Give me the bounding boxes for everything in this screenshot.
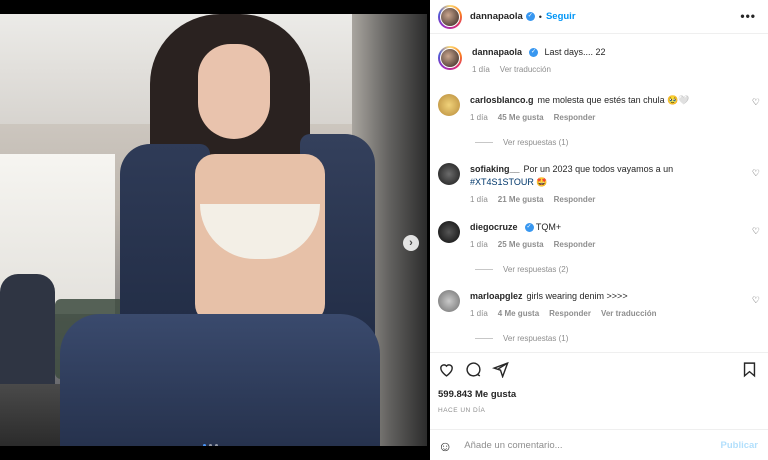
comment-username[interactable]: carlosblanco.g [470, 95, 534, 105]
carousel-dots [203, 444, 218, 446]
comment-item: sofiaking__ Por un 2023 que todos vayamos… [438, 163, 750, 206]
comment-time: 1 día [470, 113, 488, 122]
author-username[interactable]: dannapaola [470, 11, 523, 22]
comment-hashtag[interactable]: #XT4S1STOUR [470, 177, 534, 187]
caption-text-block: dannapaola ✓ Last days.... 22 1 día Ver t… [472, 46, 752, 76]
carousel-dot [203, 444, 206, 446]
comment-text: Por un 2023 que todos vayamos a un [523, 164, 674, 174]
carousel-next-button[interactable]: › [403, 235, 419, 251]
comment-username[interactable]: diegocruze [470, 222, 518, 232]
caption-text: Last days.... 22 [544, 47, 606, 57]
author-avatar[interactable] [438, 4, 462, 29]
avatar-image [440, 6, 460, 27]
comment-likes[interactable]: 21 Me gusta [498, 193, 544, 206]
view-replies-label: Ver respuestas (2) [503, 265, 569, 274]
comment-like-heart-icon[interactable]: ♡ [752, 168, 760, 179]
comment-emoji: 🤩 [536, 177, 548, 187]
add-comment-bar: ☺ Añade un comentario... Publicar [430, 429, 768, 460]
caption-username[interactable]: dannapaola [472, 47, 522, 57]
comment-item: carlosblanco.g me molesta que estés tan c… [438, 94, 750, 124]
more-options-icon[interactable]: ••• [740, 9, 756, 23]
action-icons [438, 361, 509, 378]
comment-body: sofiaking__ Por un 2023 que todos vayamos… [470, 163, 750, 206]
commenter-avatar[interactable] [438, 163, 460, 185]
comment-text: me molesta que estés tan chula 🥹🤍 [537, 95, 690, 105]
verified-badge-icon: ✓ [525, 12, 535, 21]
post-header: dannapaola ✓ • Seguir ••• [430, 0, 768, 34]
comment-time: 1 día [470, 309, 488, 318]
comment-like-heart-icon[interactable]: ♡ [752, 226, 760, 237]
reply-button[interactable]: Responder [554, 193, 596, 206]
view-replies-link[interactable]: Ver respuestas (1) [475, 138, 568, 147]
replies-divider [475, 142, 493, 143]
reply-button[interactable]: Responder [549, 307, 591, 320]
comment-bubble-icon[interactable] [465, 361, 482, 378]
comments-list[interactable]: dannapaola ✓ Last days.... 22 1 día Ver t… [430, 34, 768, 352]
publish-comment-button[interactable]: Publicar [721, 440, 759, 451]
photo-subject-face [198, 44, 270, 139]
photo-jeans [60, 314, 380, 446]
view-replies-link[interactable]: Ver respuestas (1) [475, 334, 568, 343]
comment-meta: 1 día 25 Me gusta Responder [470, 238, 750, 251]
bookmark-save-icon[interactable] [741, 361, 758, 378]
post-photo[interactable]: › [0, 14, 427, 446]
commenter-avatar[interactable] [438, 221, 460, 243]
comment-like-heart-icon[interactable]: ♡ [752, 97, 760, 108]
share-send-icon[interactable] [492, 361, 509, 378]
carousel-dot [209, 444, 212, 446]
commenter-avatar[interactable] [438, 94, 460, 116]
verified-badge-icon: ✓ [529, 48, 539, 58]
comment-meta: 1 día 21 Me gusta Responder [470, 193, 750, 206]
comment-likes[interactable]: 25 Me gusta [498, 238, 544, 251]
post-timestamp: HACE UN DÍA [438, 407, 486, 414]
translate-link[interactable]: Ver traducción [500, 63, 551, 76]
view-replies-label: Ver respuestas (1) [503, 138, 569, 147]
caption-row: dannapaola ✓ Last days.... 22 1 día Ver t… [438, 46, 752, 76]
view-replies-label: Ver respuestas (1) [503, 334, 569, 343]
comment-likes[interactable]: 4 Me gusta [498, 307, 539, 320]
commenter-avatar[interactable] [438, 290, 460, 312]
comment-body: marloapglez girls wearing denim >>>> 1 dí… [470, 290, 750, 320]
post-actions: 599.843 Me gusta HACE UN DÍA ☺ Añade un … [430, 352, 768, 460]
comment-meta: 1 día 4 Me gusta Responder Ver traducció… [470, 307, 750, 320]
comment-username[interactable]: sofiaking__ [470, 164, 520, 174]
caption-meta: 1 día Ver traducción [472, 63, 752, 76]
reply-button[interactable]: Responder [554, 111, 596, 124]
header-separator: • [538, 11, 542, 22]
comment-username[interactable]: marloapglez [470, 291, 523, 301]
comment-like-heart-icon[interactable]: ♡ [752, 295, 760, 306]
like-heart-icon[interactable] [438, 361, 455, 378]
comment-text: TQM+ [535, 222, 562, 232]
comment-input[interactable]: Añade un comentario... [464, 440, 720, 451]
instagram-post-view: › dannapaola ✓ • Seguir ••• dannapaola ✓ … [0, 0, 768, 460]
follow-button[interactable]: Seguir [546, 11, 576, 22]
post-side-panel: dannapaola ✓ • Seguir ••• dannapaola ✓ La… [430, 0, 768, 460]
reply-button[interactable]: Responder [554, 238, 596, 251]
author-avatar[interactable] [438, 46, 462, 70]
view-replies-link[interactable]: Ver respuestas (2) [475, 265, 568, 274]
replies-divider [475, 338, 493, 339]
carousel-dot [215, 444, 218, 446]
caption-time: 1 día [472, 65, 490, 74]
verified-badge-icon: ✓ [524, 223, 534, 233]
comment-item: marloapglez girls wearing denim >>>> 1 dí… [438, 290, 750, 320]
likes-count[interactable]: 599.843 Me gusta [438, 389, 516, 400]
comment-text: girls wearing denim >>>> [526, 291, 628, 301]
comment-likes[interactable]: 45 Me gusta [498, 111, 544, 124]
comment-meta: 1 día 45 Me gusta Responder [470, 111, 750, 124]
comment-body: carlosblanco.g me molesta que estés tan c… [470, 94, 750, 124]
comment-item: diegocruze ✓ TQM+ 1 día 25 Me gusta Respo… [438, 221, 750, 251]
replies-divider [475, 269, 493, 270]
photo-background-person [0, 274, 55, 394]
comment-body: diegocruze ✓ TQM+ 1 día 25 Me gusta Respo… [470, 221, 750, 251]
emoji-picker-icon[interactable]: ☺ [438, 438, 452, 454]
comment-time: 1 día [470, 240, 488, 249]
comment-time: 1 día [470, 195, 488, 204]
avatar-image [440, 48, 460, 68]
translate-link[interactable]: Ver traducción [601, 307, 657, 320]
